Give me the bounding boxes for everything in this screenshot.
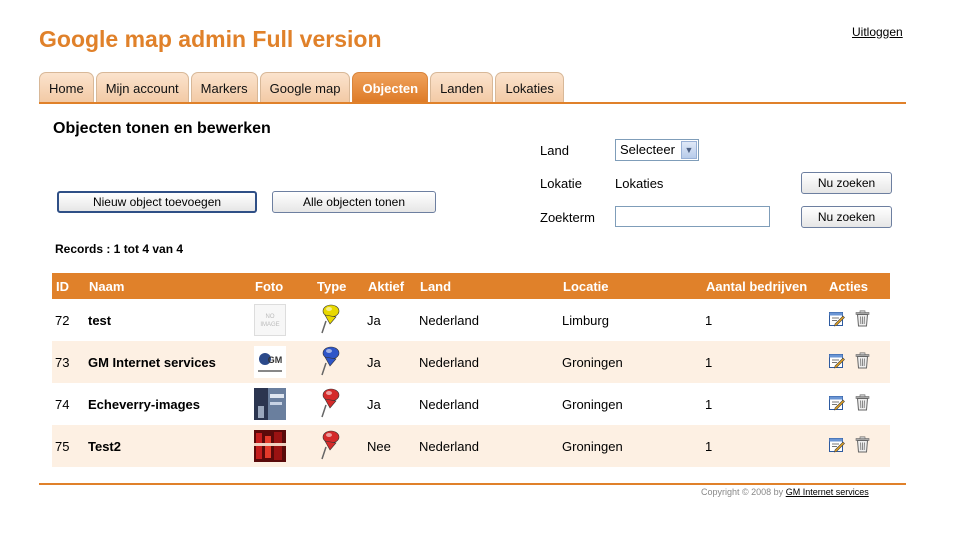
column-header-land: Land [416, 273, 559, 299]
column-header-naam: Naam [85, 273, 251, 299]
cell-name: Test2 [85, 425, 251, 467]
cell-name: GM Internet services [85, 341, 251, 383]
trash-icon[interactable] [855, 352, 870, 372]
pushpin-icon [316, 388, 342, 422]
trash-icon[interactable] [855, 310, 870, 330]
svg-text:NO: NO [266, 314, 275, 320]
column-header-type: Type [313, 273, 364, 299]
page-title: Objecten tonen en bewerken [53, 120, 271, 137]
tab-lokaties[interactable]: Lokaties [495, 72, 564, 103]
table-header-row: ID Naam Foto Type Aktief Land Locatie Aa… [52, 273, 890, 299]
object-thumbnail [254, 388, 313, 420]
cell-locatie: Groningen [559, 425, 702, 467]
new-object-button[interactable]: Nieuw object toevoegen [57, 191, 257, 213]
object-thumbnail: NO IMAGE [254, 304, 313, 336]
copyright-text: Copyright © 2008 by GM Internet services [701, 487, 869, 497]
cell-photo [251, 425, 313, 467]
cell-name: test [85, 299, 251, 341]
cell-aantal-bedrijven: 1 [702, 383, 825, 425]
column-header-aktief: Aktief [364, 273, 416, 299]
table-row: 75 Test2 Nee Nederland Groningen 1 [52, 425, 890, 467]
tab-mijn-account[interactable]: Mijn account [95, 72, 189, 103]
edit-icon[interactable] [828, 394, 845, 414]
cell-land: Nederland [416, 341, 559, 383]
cell-id: 73 [52, 341, 85, 383]
cell-aktief: Ja [364, 383, 416, 425]
edit-icon[interactable] [828, 310, 845, 330]
footer-divider [39, 483, 906, 485]
objects-table: ID Naam Foto Type Aktief Land Locatie Aa… [52, 273, 890, 467]
land-select[interactable]: Selecteer ▼ [615, 139, 699, 161]
object-thumbnail: GM [254, 346, 313, 378]
chevron-down-icon[interactable]: ▼ [681, 141, 697, 159]
trash-icon[interactable] [855, 394, 870, 414]
column-header-foto: Foto [251, 273, 313, 299]
cell-type [313, 425, 364, 467]
cell-id: 74 [52, 383, 85, 425]
search-button-zoekterm[interactable]: Nu zoeken [801, 206, 892, 228]
column-header-locatie: Locatie [559, 273, 702, 299]
cell-aktief: Nee [364, 425, 416, 467]
svg-text:IMAGE: IMAGE [260, 322, 279, 328]
records-count: Records : 1 tot 4 van 4 [55, 242, 184, 256]
cell-aktief: Ja [364, 299, 416, 341]
cell-locatie: Groningen [559, 383, 702, 425]
cell-type [313, 341, 364, 383]
edit-icon[interactable] [828, 436, 845, 456]
cell-id: 72 [52, 299, 85, 341]
cell-actions [825, 341, 890, 383]
cell-aantal-bedrijven: 1 [702, 299, 825, 341]
cell-actions [825, 299, 890, 341]
tab-divider [39, 102, 906, 104]
cell-type [313, 299, 364, 341]
trash-icon[interactable] [855, 436, 870, 456]
app-title: Google map admin Full version [39, 26, 382, 52]
cell-locatie: Limburg [559, 299, 702, 341]
column-header-aantal-bedrijven: Aantal bedrijven [702, 273, 825, 299]
cell-land: Nederland [416, 425, 559, 467]
edit-icon[interactable] [828, 352, 845, 372]
tab-objecten[interactable]: Objecten [352, 72, 429, 103]
tab-markers[interactable]: Markers [190, 72, 258, 103]
column-header-acties: Acties [825, 273, 890, 299]
pushpin-icon [316, 304, 342, 338]
copyright-label: Copyright © 2008 by [701, 487, 784, 497]
object-thumbnail [254, 430, 313, 462]
cell-actions [825, 383, 890, 425]
search-button-lokatie[interactable]: Nu zoeken [801, 172, 892, 194]
land-select-value: Selecteer [620, 142, 675, 157]
tab-google-map[interactable]: Google map [259, 72, 351, 103]
column-header-id: ID [52, 273, 85, 299]
cell-photo: NO IMAGE [251, 299, 313, 341]
land-label: Land [540, 143, 569, 158]
pushpin-icon [316, 346, 342, 380]
cell-photo: GM [251, 341, 313, 383]
zoekterm-label: Zoekterm [540, 210, 595, 225]
lokatie-label: Lokatie [540, 176, 582, 191]
cell-photo [251, 383, 313, 425]
cell-locatie: Groningen [559, 341, 702, 383]
zoekterm-input[interactable] [615, 206, 770, 227]
cell-land: Nederland [416, 299, 559, 341]
main-tabs: Home Mijn account Markers Google map Obj… [39, 72, 566, 103]
tab-home[interactable]: Home [39, 72, 94, 103]
svg-text:GM: GM [268, 355, 283, 365]
pushpin-icon [316, 430, 342, 464]
table-row: 74 Echeverry-images Ja Nederland Groningen 1 [52, 383, 890, 425]
cell-actions [825, 425, 890, 467]
cell-id: 75 [52, 425, 85, 467]
all-objects-button[interactable]: Alle objecten tonen [272, 191, 436, 213]
copyright-link[interactable]: GM Internet services [786, 487, 869, 497]
table-row: 72 test NO IMAGE Ja Nederland Limburg 1 [52, 299, 890, 341]
tab-landen[interactable]: Landen [430, 72, 494, 103]
cell-aantal-bedrijven: 1 [702, 341, 825, 383]
logout-link[interactable]: Uitloggen [852, 25, 903, 39]
cell-name: Echeverry-images [85, 383, 251, 425]
lokatie-value: Lokaties [615, 176, 664, 191]
cell-land: Nederland [416, 383, 559, 425]
cell-type [313, 383, 364, 425]
table-row: 73 GM Internet services GM Ja Nederland Groni… [52, 341, 890, 383]
cell-aktief: Ja [364, 341, 416, 383]
cell-aantal-bedrijven: 1 [702, 425, 825, 467]
